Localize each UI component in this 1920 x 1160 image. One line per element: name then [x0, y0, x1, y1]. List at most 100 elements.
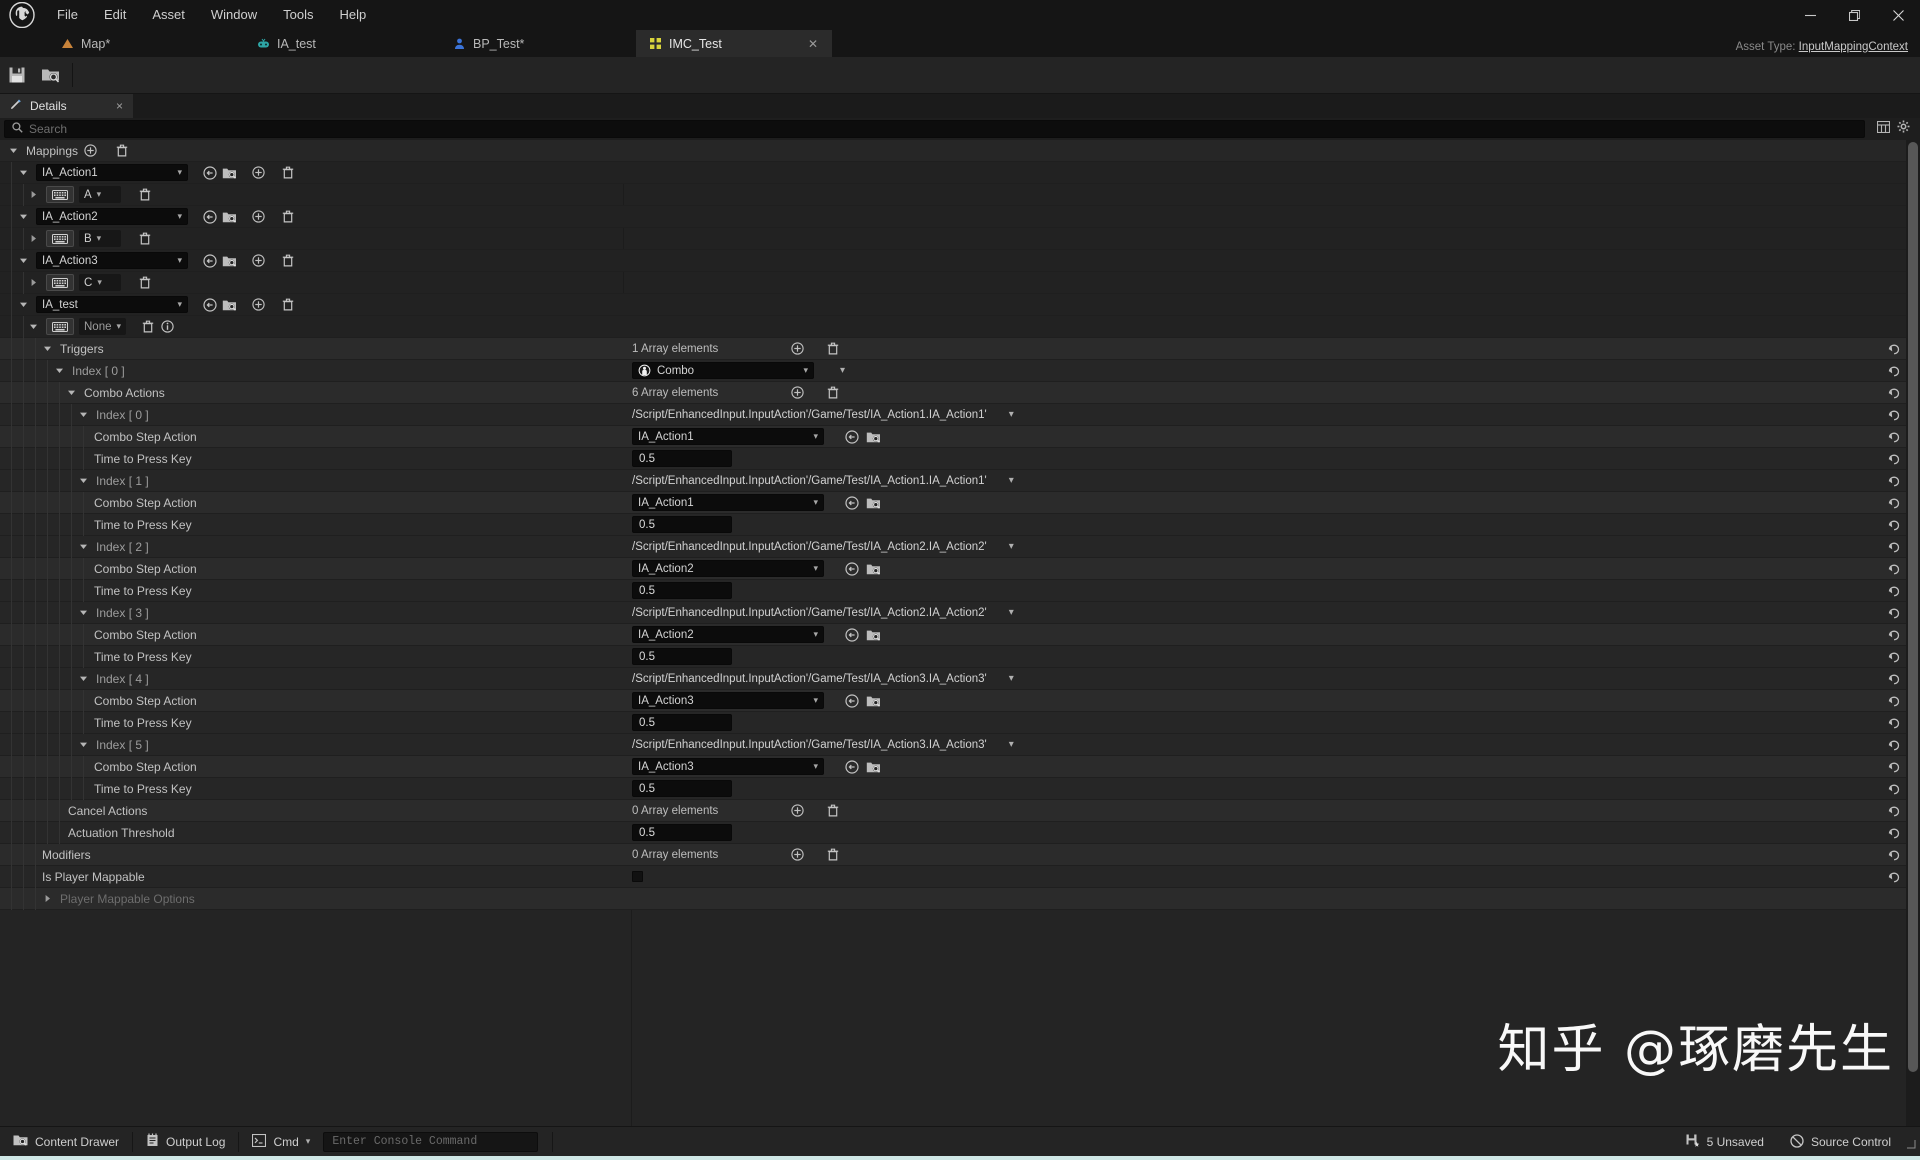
minimize-icon[interactable]	[1788, 0, 1832, 30]
browse-to-asset-icon[interactable]	[844, 495, 859, 510]
clear-modifiers-icon[interactable]	[825, 847, 840, 862]
reset-to-default-button[interactable]	[1887, 404, 1900, 426]
expander-arrow-icon[interactable]	[16, 253, 31, 268]
browse-content-icon[interactable]	[866, 429, 881, 444]
expander-arrow-icon[interactable]	[26, 275, 41, 290]
menu-item-file[interactable]: File	[44, 0, 91, 30]
expander-arrow-icon[interactable]	[64, 385, 79, 400]
browse-to-asset-icon[interactable]	[844, 693, 859, 708]
add-combo-action-icon[interactable]	[790, 385, 805, 400]
menu-item-edit[interactable]: Edit	[91, 0, 139, 30]
key-selector-combo[interactable]: B ▾	[79, 230, 121, 247]
unreal-engine-logo[interactable]	[0, 0, 44, 30]
tab-ia-test[interactable]: IA_test	[244, 30, 440, 57]
browse-button[interactable]	[34, 57, 68, 94]
clear-cancel-actions-icon[interactable]	[825, 803, 840, 818]
reset-to-default-button[interactable]	[1887, 668, 1900, 690]
delete-mapping-icon[interactable]	[280, 297, 295, 312]
reset-to-default-button[interactable]	[1887, 470, 1900, 492]
reset-to-default-button[interactable]	[1887, 822, 1900, 844]
mapping-action-combo[interactable]: IA_Action2 ▾	[36, 208, 188, 225]
expander-arrow-icon[interactable]	[76, 539, 91, 554]
reset-to-default-button[interactable]	[1887, 734, 1900, 756]
reset-to-default-button[interactable]	[1887, 426, 1900, 448]
info-icon[interactable]	[160, 319, 175, 334]
browse-to-asset-icon[interactable]	[202, 297, 217, 312]
expander-arrow-icon[interactable]	[26, 231, 41, 246]
chevron-down-icon[interactable]: ▾	[1009, 409, 1014, 420]
reset-to-default-button[interactable]	[1887, 514, 1900, 536]
expander-arrow-icon[interactable]	[40, 891, 55, 906]
browse-to-asset-icon[interactable]	[844, 561, 859, 576]
add-mapping-icon[interactable]	[83, 143, 98, 158]
expander-arrow-icon[interactable]	[16, 165, 31, 180]
expander-arrow-icon[interactable]	[76, 473, 91, 488]
asset-type-value[interactable]: InputMappingContext	[1799, 41, 1908, 53]
actuation-threshold-input[interactable]: 0.5	[632, 824, 732, 841]
browse-content-icon[interactable]	[222, 165, 237, 180]
expander-arrow-icon[interactable]	[6, 143, 21, 158]
add-key-icon[interactable]	[251, 209, 266, 224]
expander-arrow-icon[interactable]	[40, 341, 55, 356]
key-selector-combo[interactable]: A ▾	[79, 186, 121, 203]
key-selector-combo[interactable]: C ▾	[79, 274, 121, 291]
browse-to-asset-icon[interactable]	[844, 627, 859, 642]
chevron-down-icon[interactable]: ▾	[1009, 607, 1014, 618]
browse-to-asset-icon[interactable]	[202, 165, 217, 180]
mapping-action-combo[interactable]: IA_Action1 ▾	[36, 164, 188, 181]
expander-arrow-icon[interactable]	[26, 187, 41, 202]
trigger-options-chevron-down-icon[interactable]: ▾	[840, 365, 845, 376]
browse-content-icon[interactable]	[866, 693, 881, 708]
tab-map[interactable]: Map*	[48, 30, 244, 57]
mapping-action-combo[interactable]: IA_Action3 ▾	[36, 252, 188, 269]
chevron-down-icon[interactable]: ▾	[1009, 739, 1014, 750]
reset-to-default-button[interactable]	[1887, 558, 1900, 580]
keyboard-icon[interactable]	[46, 186, 74, 203]
combo-step-action-combo[interactable]: IA_Action2 ▾	[632, 560, 824, 577]
chevron-down-icon[interactable]: ▾	[1009, 673, 1014, 684]
expander-arrow-icon[interactable]	[16, 209, 31, 224]
clear-triggers-icon[interactable]	[825, 341, 840, 356]
keyboard-icon[interactable]	[46, 230, 74, 247]
keyboard-icon[interactable]	[46, 318, 74, 335]
columns-icon[interactable]	[1876, 120, 1891, 138]
chevron-down-icon[interactable]: ▾	[1009, 475, 1014, 486]
browse-to-asset-icon[interactable]	[844, 759, 859, 774]
unsaved-button[interactable]: 5 Unsaved	[1673, 1127, 1777, 1157]
tab-close-icon[interactable]: ✕	[790, 37, 818, 51]
panel-close-icon[interactable]: ×	[116, 99, 123, 113]
delete-key-icon[interactable]	[137, 187, 152, 202]
browse-content-icon[interactable]	[866, 627, 881, 642]
reset-to-default-button[interactable]	[1887, 756, 1900, 778]
combo-step-action-combo[interactable]: IA_Action2 ▾	[632, 626, 824, 643]
cmd-selector[interactable]: Cmd ▾	[239, 1127, 323, 1157]
resize-grip[interactable]	[1904, 1136, 1916, 1149]
save-button[interactable]	[0, 57, 34, 94]
restore-icon[interactable]	[1832, 0, 1876, 30]
keyboard-icon[interactable]	[46, 274, 74, 291]
reset-to-default-button[interactable]	[1887, 360, 1900, 382]
reset-to-default-button[interactable]	[1887, 492, 1900, 514]
expander-arrow-icon[interactable]	[76, 671, 91, 686]
reset-to-default-button[interactable]	[1887, 690, 1900, 712]
add-trigger-icon[interactable]	[790, 341, 805, 356]
delete-mapping-icon[interactable]	[280, 165, 295, 180]
delete-key-icon[interactable]	[137, 275, 152, 290]
delete-key-icon[interactable]	[137, 231, 152, 246]
scrollbar-thumb[interactable]	[1908, 142, 1918, 1072]
gear-icon[interactable]	[1897, 120, 1910, 138]
time-to-press-key-input[interactable]: 0.5	[632, 582, 732, 599]
expander-arrow-icon[interactable]	[76, 737, 91, 752]
key-selector-combo[interactable]: None ▾	[79, 318, 127, 335]
time-to-press-key-input[interactable]: 0.5	[632, 516, 732, 533]
time-to-press-key-input[interactable]: 0.5	[632, 714, 732, 731]
chevron-down-icon[interactable]: ▾	[1009, 541, 1014, 552]
reset-to-default-button[interactable]	[1887, 800, 1900, 822]
menu-item-asset[interactable]: Asset	[139, 0, 198, 30]
expander-arrow-icon[interactable]	[16, 297, 31, 312]
expander-arrow-icon[interactable]	[76, 605, 91, 620]
clear-combo-actions-icon[interactable]	[825, 385, 840, 400]
reset-to-default-button[interactable]	[1887, 536, 1900, 558]
add-modifier-icon[interactable]	[790, 847, 805, 862]
content-drawer-button[interactable]: Content Drawer	[0, 1127, 132, 1157]
